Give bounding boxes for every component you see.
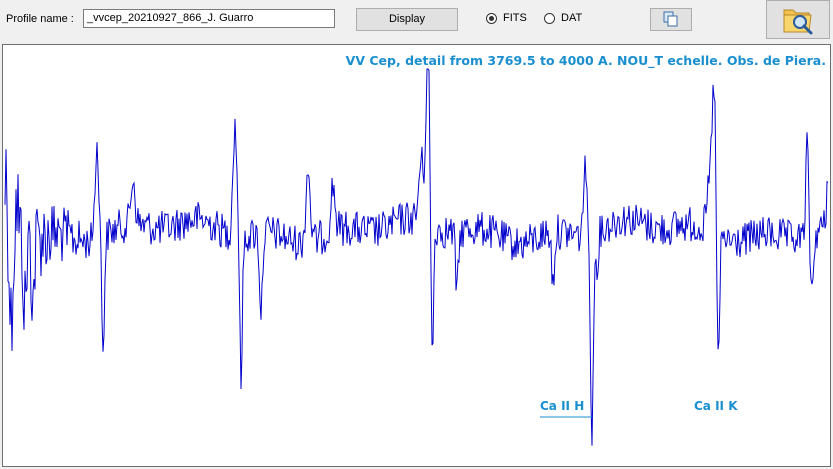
folder-search-icon (783, 9, 813, 35)
profile-name-label: Profile name : (6, 13, 74, 25)
copy-icon (663, 11, 678, 27)
ca-ii-h-label: Ca II H (540, 399, 585, 413)
ca-ii-k-label: Ca II K (694, 399, 738, 413)
dat-radio-dot[interactable] (544, 12, 555, 24)
fits-radio[interactable]: FITS (486, 12, 527, 24)
fits-radio-label: FITS (503, 12, 527, 24)
plot-title: VV Cep, detail from 3769.5 to 4000 A. NO… (345, 53, 826, 68)
open-file-button[interactable] (766, 0, 830, 39)
profile-name-input[interactable]: _vvcep_20210927_866_J. Guarro (83, 9, 335, 28)
dat-radio[interactable]: DAT (544, 12, 582, 24)
toolbar: Profile name : _vvcep_20210927_866_J. Gu… (0, 0, 833, 44)
copy-button[interactable] (650, 8, 692, 31)
fits-radio-dot[interactable] (486, 12, 497, 24)
spectrum-plot: VV Cep, detail from 3769.5 to 4000 A. NO… (2, 44, 831, 467)
spectrum-line (4, 68, 829, 446)
dat-radio-label: DAT (561, 12, 583, 24)
display-button[interactable]: Display (356, 8, 458, 31)
